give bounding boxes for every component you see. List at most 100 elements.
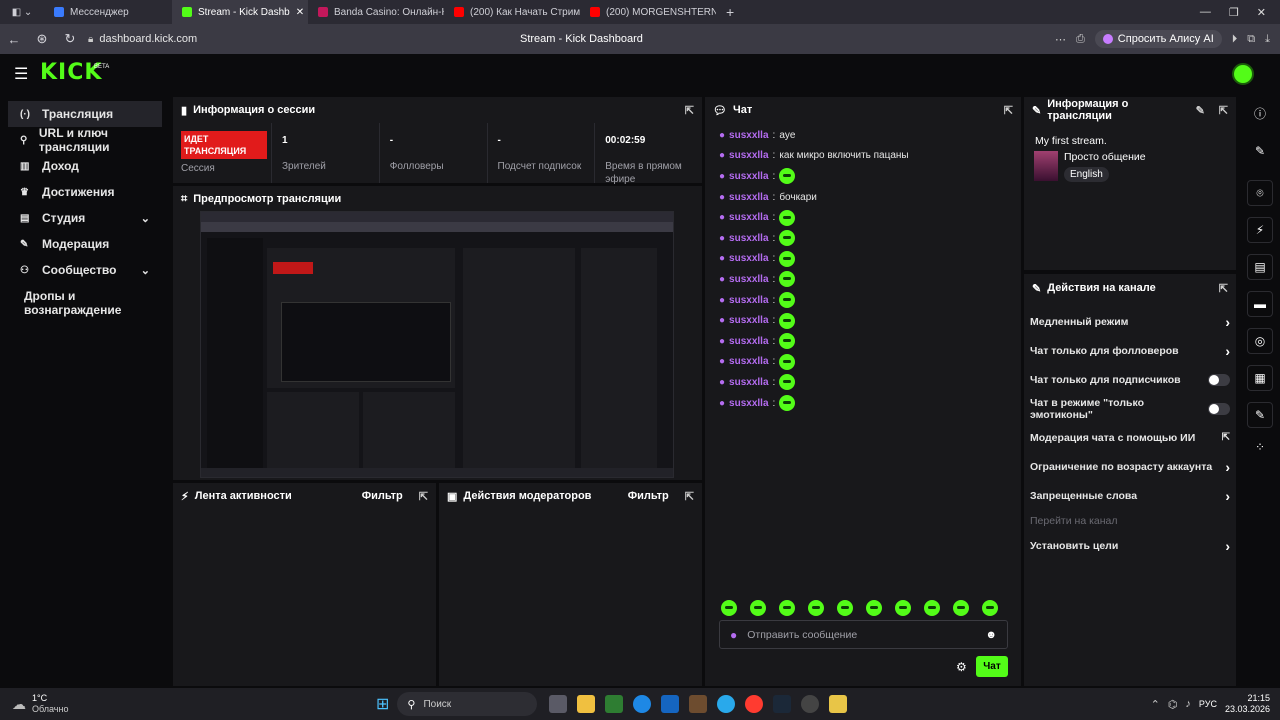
toggle-switch[interactable] [1208, 373, 1230, 386]
tab-close-icon[interactable]: ✕ [296, 7, 304, 18]
expand-icon[interactable]: ⇱ [685, 490, 694, 503]
emote-icon[interactable] [779, 600, 795, 616]
steam-icon[interactable] [773, 695, 792, 713]
emote-icon[interactable] [924, 600, 940, 616]
mail-icon[interactable] [661, 695, 680, 713]
chat-input[interactable]: ● Отправить сообщение ☻ [719, 620, 1008, 649]
volume-icon[interactable]: ♪ [1185, 698, 1191, 710]
emote-icon[interactable] [750, 600, 766, 616]
channel-action[interactable]: Установить цели › [1024, 531, 1236, 560]
channel-action[interactable]: Запрещенные слова › [1024, 481, 1236, 510]
chat-username[interactable]: susxxlla [729, 192, 768, 203]
app-icon[interactable] [605, 695, 624, 713]
taskbar-search[interactable]: ⚲ Поиск [397, 692, 538, 716]
emote-icon[interactable] [808, 600, 824, 616]
explorer-icon[interactable] [577, 695, 596, 713]
more-icon[interactable]: ⋯ [1055, 33, 1066, 46]
sidebar-item-drops[interactable]: Дропы и вознаграждение [0, 283, 170, 317]
sidebar-item[interactable]: ⚇ Сообщество ⌄ [8, 257, 162, 283]
chat-username[interactable]: susxxlla [729, 274, 768, 285]
emoji-icon[interactable]: ☻ [985, 629, 997, 641]
chat-message[interactable]: ● susxxlla: как микро включить пацаны [705, 146, 1021, 167]
chat-username[interactable]: susxxlla [729, 356, 768, 367]
app-icon[interactable] [829, 695, 848, 713]
sidebar-item[interactable]: ▥ Доход [8, 153, 162, 179]
chat-message[interactable]: ● susxxlla: [705, 310, 1021, 331]
channel-action[interactable]: Медленный режим › [1024, 307, 1236, 336]
channel-action[interactable]: Чат в режиме "только эмотиконы" [1024, 394, 1236, 423]
chevron-down-icon[interactable]: ⌄ [141, 264, 150, 277]
edit-icon[interactable]: ✎ [1196, 104, 1205, 117]
window-menu-button[interactable]: ◧ ⌄ [0, 0, 44, 24]
expand-icon[interactable]: ⇱ [1219, 282, 1228, 295]
emote-icon[interactable] [953, 600, 969, 616]
emote-icon[interactable] [866, 600, 882, 616]
chat-message[interactable]: ● susxxlla: [705, 166, 1021, 187]
layout-icon[interactable]: ▦ [1247, 365, 1273, 391]
sidebar-item[interactable]: (·) Трансляция [8, 101, 162, 127]
info-icon[interactable]: ⓘ [1240, 105, 1280, 122]
lightning-icon[interactable]: ⚡︎ [1247, 217, 1273, 243]
chat-username[interactable]: susxxlla [729, 315, 768, 326]
broadcast-icon[interactable]: ◎ [1247, 328, 1273, 354]
clock-date[interactable]: 23.03.2026 [1225, 704, 1270, 715]
chat-username[interactable]: susxxlla [729, 377, 768, 388]
chat-message[interactable]: ● susxxlla: [705, 249, 1021, 270]
network-icon[interactable]: ⌬ [1168, 698, 1178, 711]
restore-icon[interactable]: ❐ [1229, 6, 1239, 19]
chat-icon[interactable]: ▬ [1247, 291, 1273, 317]
chat-message[interactable]: ● susxxlla: [705, 269, 1021, 290]
emote-icon[interactable] [895, 600, 911, 616]
chat-username[interactable]: susxxlla [729, 130, 768, 141]
minimize-icon[interactable]: — [1200, 6, 1211, 19]
expand-icon[interactable]: ⇱ [419, 490, 428, 503]
avatar[interactable] [1232, 63, 1254, 85]
browser-tab[interactable]: Stream - Kick Dashb ✕ [172, 0, 308, 24]
emote-icon[interactable] [837, 600, 853, 616]
download-icon[interactable]: ⤓ [1265, 33, 1270, 46]
close-icon[interactable]: ✕ [1257, 6, 1266, 19]
chat-username[interactable]: susxxlla [729, 171, 768, 182]
alice-button[interactable]: Спросить Алису AI [1094, 30, 1222, 48]
browser-tab[interactable]: Banda Casino: Онлайн-Ка [308, 0, 444, 24]
stream-preview-video[interactable] [200, 211, 674, 478]
emote-icon[interactable] [721, 600, 737, 616]
telegram-icon[interactable] [717, 695, 736, 713]
chat-message[interactable]: ● susxxlla: [705, 228, 1021, 249]
expand-icon[interactable]: ⇱ [685, 104, 694, 117]
camera-icon[interactable]: ⌾ [1247, 180, 1273, 206]
browser-tab[interactable]: (200) Как Начать Стрими [444, 0, 580, 24]
shield-icon[interactable]: ⊛ [28, 31, 56, 47]
hamburger-menu-icon[interactable]: ☰ [14, 64, 28, 84]
chat-message[interactable]: ● susxxlla: [705, 207, 1021, 228]
chat-username[interactable]: susxxlla [729, 295, 768, 306]
chat-username[interactable]: susxxlla [729, 233, 768, 244]
mod-filter-button[interactable]: Фильтр [628, 490, 669, 502]
edge-icon[interactable] [633, 695, 652, 713]
chat-message[interactable]: ● susxxlla: [705, 393, 1021, 414]
expand-icon[interactable]: ⇱ [1219, 104, 1228, 117]
collections-icon[interactable]: ⧉ [1247, 33, 1255, 46]
windows-start-icon[interactable]: ⊞ [376, 694, 389, 714]
sidebar-item[interactable]: ▤ Студия ⌄ [8, 205, 162, 231]
browser-tab[interactable]: (200) MORGENSHTERN [580, 0, 716, 24]
chat-message[interactable]: ● susxxlla: aye [705, 125, 1021, 146]
apps-icon[interactable]: ⁘ [1240, 440, 1280, 454]
lang-indicator[interactable]: РУС [1199, 699, 1217, 709]
channel-action[interactable]: Модерация чата с помощью ИИ ⇱ [1024, 423, 1236, 452]
activity-filter-button[interactable]: Фильтр [362, 490, 403, 502]
chat-username[interactable]: susxxlla [729, 212, 768, 223]
wrench-icon[interactable]: ✎ [1247, 402, 1273, 428]
channel-action[interactable]: Чат только для фолловеров › [1024, 336, 1236, 365]
chat-message[interactable]: ● susxxlla: [705, 372, 1021, 393]
expand-icon[interactable]: ⇱ [1004, 104, 1013, 117]
channel-action[interactable]: Перейти на канал [1024, 510, 1236, 531]
chat-username[interactable]: susxxlla [729, 150, 768, 161]
yandex-browser-icon[interactable] [745, 695, 764, 713]
task-view-icon[interactable] [549, 695, 568, 713]
chat-send-button[interactable]: Чат [976, 656, 1008, 677]
toggle-switch[interactable] [1208, 402, 1230, 415]
new-tab-button[interactable]: + [716, 0, 744, 24]
channel-action[interactable]: Ограничение по возрасту аккаунта › [1024, 452, 1236, 481]
chat-settings-icon[interactable]: ⚙ [956, 660, 967, 674]
